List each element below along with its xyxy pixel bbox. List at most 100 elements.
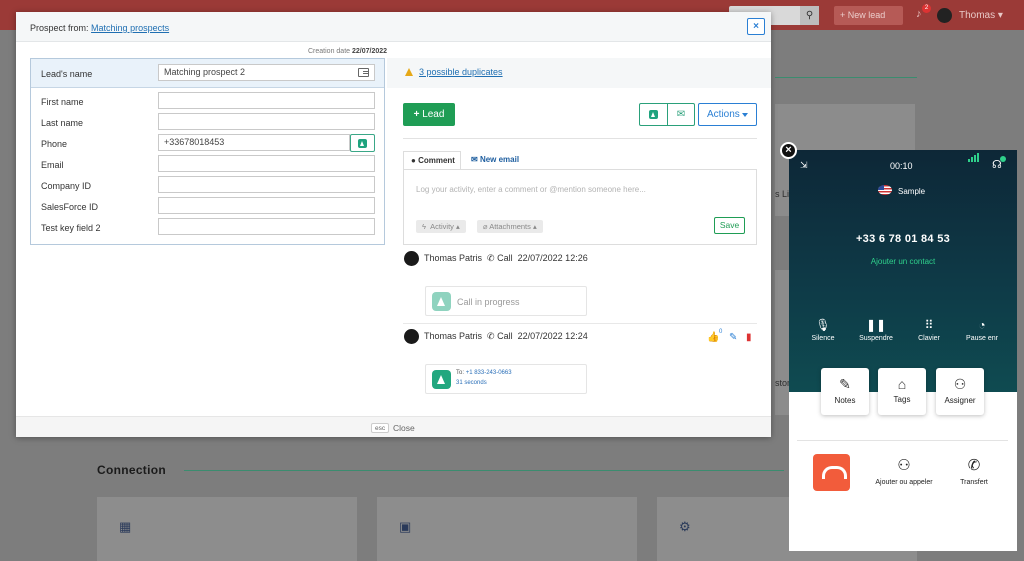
close-icon[interactable]: × [747, 18, 765, 35]
actions-label: Actions [707, 109, 740, 120]
control-label: Silence [811, 335, 835, 342]
divider [403, 138, 757, 139]
company-id-input[interactable] [158, 176, 375, 193]
pause-recording-button[interactable]: ◔ Pause enr [954, 318, 1010, 342]
tile-label: Tags [893, 395, 911, 404]
attachments-chip[interactable]: ⌀ Attachments ▴ [477, 220, 543, 233]
bell-icon[interactable]: ♪ [916, 8, 922, 20]
mute-button[interactable]: 🎙 Silence [795, 318, 851, 342]
assign-button[interactable]: ⚇ Assigner [936, 368, 984, 415]
contact-name: Sample [898, 187, 926, 196]
section-divider [184, 470, 784, 471]
esc-key: esc [371, 423, 390, 433]
comment-editor[interactable]: Log your activity, enter a comment or @m… [403, 169, 757, 245]
aircall-icon [358, 139, 367, 148]
dialer-call-panel: ⇲ 00:10 ☊ Sample +33 6 78 01 84 53 Ajout… [789, 150, 1017, 392]
save-button[interactable]: Save [714, 217, 745, 234]
call-to-label: To: [456, 370, 465, 376]
duplicates-link[interactable]: 3 possible duplicates [419, 67, 503, 77]
call-timer: 00:10 [890, 161, 913, 171]
notification-badge: 2 [922, 4, 931, 13]
microphone-icon: 🎙 [815, 318, 831, 332]
field-label: Company ID [41, 181, 92, 191]
activity-chip[interactable]: ϟ Activity ▴ [416, 220, 466, 233]
minimize-icon[interactable]: ⇲ [800, 160, 808, 171]
field-label: Last name [41, 118, 84, 128]
section-title: Connection [97, 463, 166, 477]
trash-icon[interactable]: ▮ [746, 332, 752, 343]
notes-button[interactable]: ✎ Notes [821, 368, 869, 415]
aircall-icon [649, 110, 658, 119]
add-contact-link[interactable]: Ajouter un contact [789, 257, 1017, 266]
thumbs-up-icon[interactable]: 👍 [707, 332, 719, 343]
last-name-input[interactable] [158, 113, 375, 130]
paperclip-icon: ⌀ [483, 222, 488, 231]
user-menu[interactable]: Thomas ▾ [959, 10, 1003, 21]
call-summary-card: To: +1 833-243-0663 31 seconds [425, 364, 587, 394]
prospect-from-label: Prospect from: [30, 23, 89, 33]
search-icon[interactable]: ⚲ [800, 6, 819, 25]
transfer-call-icon: ✆ [967, 457, 981, 474]
phone-icon: ✆ [487, 252, 495, 263]
email-button[interactable]: ✉ [667, 103, 695, 126]
keypad-button[interactable]: ⠿ Clavier [901, 318, 957, 342]
close-link[interactable]: Close [393, 423, 415, 433]
actions-dropdown[interactable]: Actions [698, 103, 757, 126]
edit-icon[interactable]: ✎ [729, 332, 737, 343]
id-card-icon: ▣ [399, 519, 412, 534]
tag-icon: ⌂ [897, 376, 907, 392]
bolt-icon: ϟ [422, 222, 426, 231]
aircall-icon [432, 370, 451, 389]
phone-input[interactable]: +33678018453 [158, 134, 350, 151]
connection-card[interactable]: ▣ [377, 497, 637, 561]
aircall-dial-button[interactable] [350, 134, 375, 152]
tab-new-email[interactable]: ✉ New email [471, 155, 519, 164]
avatar [404, 329, 419, 344]
prospect-source-link[interactable]: Matching prospects [91, 23, 169, 33]
add-or-call-button[interactable]: ⚇ Ajouter ou appeler [869, 456, 939, 486]
tab-comment[interactable]: ● Comment [403, 151, 461, 170]
activity-header: Thomas Patris ✆ Call 22/07/2022 12:26 [404, 251, 588, 266]
status-dot [1000, 156, 1006, 162]
convert-lead-button[interactable]: + Lead [403, 103, 455, 126]
activity-user: Thomas Patris [424, 330, 483, 341]
transfer-button[interactable]: ✆ Transfert [949, 456, 999, 486]
activity-chip-label: Activity [430, 222, 454, 231]
control-label: Clavier [918, 335, 940, 342]
close-dialer-icon[interactable]: × [780, 142, 797, 159]
envelope-icon: ✉ [676, 109, 686, 120]
email-input[interactable] [158, 155, 375, 172]
connection-card[interactable]: ▦ [97, 497, 357, 561]
avatar [404, 251, 419, 266]
tab-new-email-label: New email [479, 155, 520, 164]
test-key-field-input[interactable] [158, 218, 375, 235]
dialed-number: +33 6 78 01 84 53 [855, 233, 951, 245]
aircall-button[interactable] [639, 103, 668, 126]
duplicates-bar: 3 possible duplicates [387, 58, 771, 88]
new-lead-button[interactable]: + New lead [834, 6, 903, 25]
tags-button[interactable]: ⌂ Tags [878, 368, 926, 415]
aircall-dialer: ⇲ 00:10 ☊ Sample +33 6 78 01 84 53 Ajout… [789, 150, 1017, 551]
user-name: Thomas [959, 10, 996, 21]
user-avatar[interactable] [937, 8, 952, 23]
tile-label: Notes [834, 396, 856, 405]
hang-up-button[interactable] [813, 454, 850, 491]
like-count: 0 [719, 329, 723, 335]
field-label: Phone [41, 139, 68, 149]
salesforce-id-input[interactable] [158, 197, 375, 214]
record-pause-icon: ◔ [978, 318, 986, 332]
call-recipient: To: +1 833-243-0663 [456, 370, 512, 376]
us-flag-icon [878, 185, 892, 195]
hold-button[interactable]: ❚❚ Suspendre [848, 318, 904, 342]
first-name-input[interactable] [158, 92, 375, 109]
field-label: Test key field 2 [41, 223, 101, 233]
aircall-icon [432, 292, 451, 311]
prospect-from: Prospect from: Matching prospects [30, 23, 169, 33]
modal-header: Prospect from: Matching prospects × [16, 12, 771, 42]
lead-name-input[interactable]: Matching prospect 2 [158, 64, 375, 81]
lead-form: Lead's name Matching prospect 2 First na… [30, 58, 385, 245]
call-to-number[interactable]: +1 833-243-0663 [466, 370, 512, 376]
action-label: Transfert [960, 479, 988, 486]
pause-icon: ❚❚ [865, 318, 887, 332]
contact-card-icon[interactable] [358, 68, 369, 77]
